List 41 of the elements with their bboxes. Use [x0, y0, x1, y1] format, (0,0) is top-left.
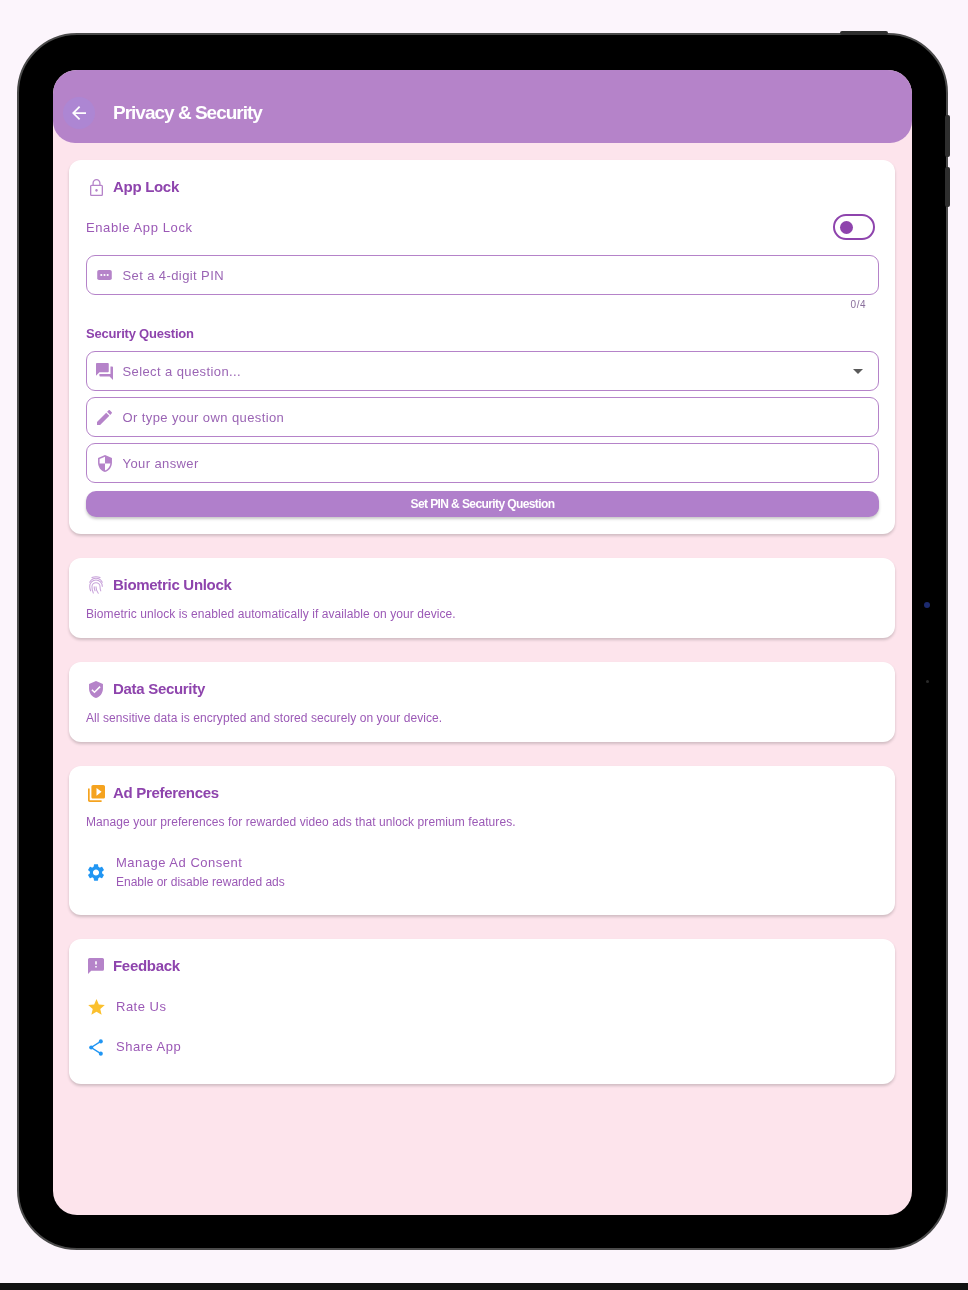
screen-title: Privacy & Security — [113, 102, 262, 124]
chat-bubbles-icon — [96, 362, 113, 380]
frame-top-bump — [840, 31, 888, 35]
toggle-label: Enable App Lock — [86, 219, 193, 235]
section-title: Ad Preferences — [113, 783, 219, 803]
dropdown-caret-icon — [853, 368, 863, 374]
share-icon — [89, 1038, 103, 1056]
section-description: Manage your preferences for rewarded video ads that unlock premium features. — [86, 815, 517, 829]
list-item[interactable]: Share App — [86, 1027, 879, 1067]
sensor-dot-icon — [926, 680, 929, 683]
padlock-icon — [89, 178, 103, 196]
frame-side-bump — [945, 115, 950, 157]
section-title: Data Security — [113, 679, 205, 699]
frame-side-bump — [945, 167, 950, 207]
character-counter: 0/4 — [850, 299, 866, 311]
toggle-switch[interactable] — [833, 214, 875, 240]
shield-check-icon — [89, 680, 103, 698]
pencil-icon — [97, 409, 112, 425]
question-input-field[interactable]: Or type your own question — [86, 397, 879, 437]
camera-lens-icon — [924, 602, 930, 608]
video-library-icon — [87, 784, 105, 802]
pin-icon — [97, 270, 112, 280]
submit-button[interactable]: Set PIN & Security Question — [86, 491, 879, 517]
shield-icon — [97, 454, 112, 472]
section-title: Feedback — [113, 956, 180, 976]
pin-input-field[interactable]: Set a 4-digit PIN — [86, 255, 879, 295]
section-title: Biometric Unlock — [113, 575, 232, 595]
back-button[interactable] — [63, 97, 95, 129]
subsection-heading: Security Question — [86, 326, 195, 342]
list-item[interactable]: Manage Ad Consent Enable or disable rewarded ads — [86, 846, 879, 898]
question-dropdown[interactable]: Select a question... — [86, 351, 879, 391]
star-icon — [87, 999, 105, 1015]
section-description: All sensitive data is encrypted and stored securely on your device. — [86, 711, 444, 725]
answer-input-field[interactable]: Your answer — [86, 443, 879, 483]
list-item[interactable]: Rate Us — [86, 987, 879, 1027]
back-arrow-icon — [72, 106, 86, 120]
settings-icon — [88, 863, 104, 881]
section-title: App Lock — [113, 177, 179, 197]
section-description: Biometric unlock is enabled automatically if available on your device. — [86, 607, 457, 621]
feedback-bubble-icon — [88, 958, 104, 974]
fingerprint-icon — [89, 576, 103, 594]
